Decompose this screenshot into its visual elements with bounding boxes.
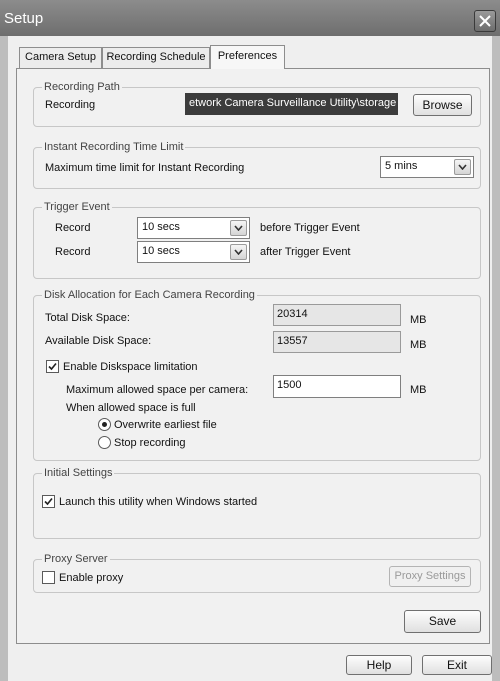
- total-disk-field: 20314: [273, 304, 401, 326]
- total-disk-unit: MB: [410, 314, 427, 326]
- dropdown-arrow[interactable]: [230, 220, 247, 236]
- title-bar: Setup: [0, 0, 500, 36]
- tab-recording-schedule[interactable]: Recording Schedule: [102, 47, 210, 68]
- stop-recording-label[interactable]: Stop recording: [114, 436, 186, 450]
- chevron-down-icon: [234, 249, 243, 255]
- record-before-select[interactable]: 10 secs: [137, 217, 250, 239]
- save-button[interactable]: Save: [404, 610, 481, 633]
- before-trigger-label: before Trigger Event: [260, 222, 360, 234]
- overwrite-radio[interactable]: [98, 418, 111, 431]
- trigger-event-group: Trigger Event Record 10 secs before Trig…: [33, 200, 481, 279]
- instant-recording-label: Maximum time limit for Instant Recording: [45, 162, 245, 174]
- chevron-down-icon: [234, 225, 243, 231]
- group-title: Trigger Event: [42, 200, 112, 214]
- disk-allocation-group: Disk Allocation for Each Camera Recordin…: [33, 288, 481, 461]
- enable-proxy-label[interactable]: Enable proxy: [59, 571, 123, 585]
- group-title: Recording Path: [42, 80, 122, 94]
- max-per-camera-input[interactable]: 1500: [273, 375, 401, 398]
- dropdown-arrow[interactable]: [230, 244, 247, 260]
- select-value: 10 secs: [142, 221, 180, 233]
- group-title: Disk Allocation for Each Camera Recordin…: [42, 288, 257, 302]
- record-before-label: Record: [55, 222, 91, 234]
- radio-dot: [102, 422, 107, 427]
- help-button[interactable]: Help: [346, 655, 412, 675]
- tab-label: Preferences: [217, 50, 278, 62]
- total-disk-label: Total Disk Space:: [45, 312, 130, 324]
- tab-label: Recording Schedule: [106, 51, 206, 63]
- enable-diskspace-label[interactable]: Enable Diskspace limitation: [63, 360, 198, 374]
- tab-label: Camera Setup: [25, 51, 96, 63]
- tab-preferences[interactable]: Preferences: [210, 45, 285, 69]
- available-disk-unit: MB: [410, 339, 427, 351]
- group-title: Initial Settings: [42, 466, 115, 480]
- enable-proxy-checkbox[interactable]: [42, 571, 55, 584]
- window-title: Setup: [4, 10, 44, 27]
- proxy-settings-button[interactable]: Proxy Settings: [389, 566, 471, 587]
- overwrite-label[interactable]: Overwrite earliest file: [114, 418, 217, 432]
- tab-camera-setup[interactable]: Camera Setup: [19, 47, 102, 68]
- close-button[interactable]: [474, 10, 496, 32]
- after-trigger-label: after Trigger Event: [260, 246, 351, 258]
- when-full-label: When allowed space is full: [66, 402, 196, 414]
- instant-recording-select[interactable]: 5 mins: [380, 156, 474, 178]
- exit-button[interactable]: Exit: [422, 655, 492, 675]
- max-per-camera-unit: MB: [410, 384, 427, 396]
- checkmark-icon: [44, 497, 53, 506]
- max-per-camera-label: Maximum allowed space per camera:: [66, 384, 249, 396]
- initial-settings-group: Initial Settings Launch this utility whe…: [33, 466, 481, 539]
- browse-button[interactable]: Browse: [413, 94, 472, 116]
- record-after-select[interactable]: 10 secs: [137, 241, 250, 263]
- available-disk-label: Available Disk Space:: [45, 335, 152, 347]
- launch-on-startup-label[interactable]: Launch this utility when Windows started: [59, 495, 257, 509]
- recording-path-group: Recording Path Recording etwork Camera S…: [33, 80, 481, 127]
- proxy-server-group: Proxy Server Enable proxy Proxy Settings: [33, 552, 481, 593]
- enable-diskspace-checkbox[interactable]: [46, 360, 59, 373]
- setup-window: Setup Camera Setup Recording Schedule Pr…: [0, 0, 500, 681]
- checkmark-icon: [48, 362, 57, 371]
- record-after-label: Record: [55, 246, 91, 258]
- group-title: Proxy Server: [42, 552, 110, 566]
- recording-path-field[interactable]: etwork Camera Surveillance Utility\stora…: [185, 93, 398, 115]
- recording-path-label: Recording: [45, 99, 96, 111]
- available-disk-field: 13557: [273, 331, 401, 353]
- launch-on-startup-checkbox[interactable]: [42, 495, 55, 508]
- select-value: 10 secs: [142, 245, 180, 257]
- dropdown-arrow[interactable]: [454, 159, 471, 175]
- stop-recording-radio[interactable]: [98, 436, 111, 449]
- group-title: Instant Recording Time Limit: [42, 140, 186, 154]
- chevron-down-icon: [458, 164, 467, 170]
- select-value: 5 mins: [385, 160, 418, 172]
- instant-recording-group: Instant Recording Time Limit Maximum tim…: [33, 140, 481, 189]
- close-icon: [479, 15, 491, 27]
- preferences-panel: Recording Path Recording etwork Camera S…: [16, 68, 490, 644]
